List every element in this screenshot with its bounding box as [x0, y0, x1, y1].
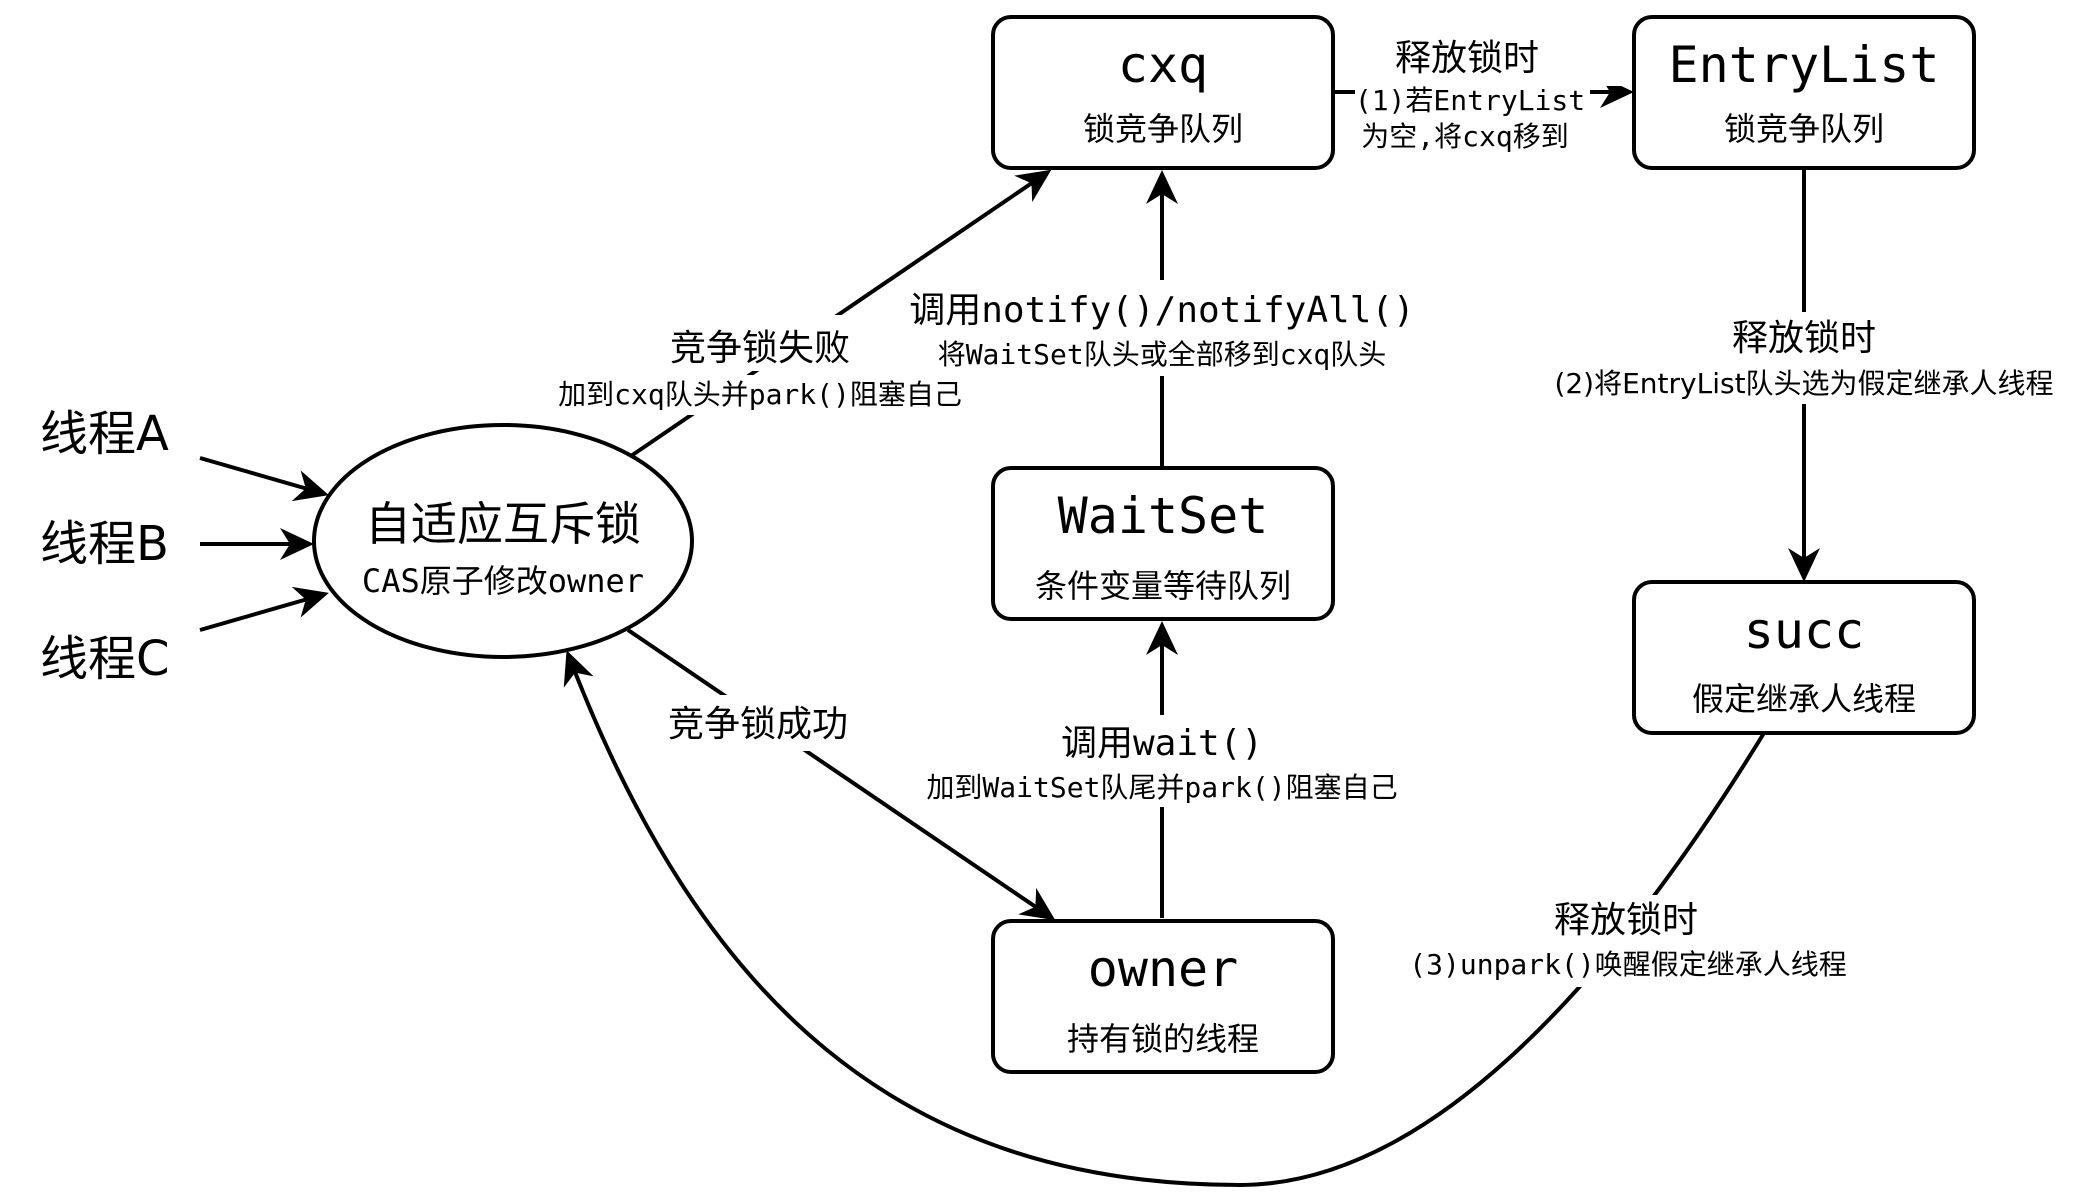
thread-c-label: 线程C — [40, 631, 170, 687]
mutex-title: 自适应互斥锁 — [365, 497, 641, 551]
mutex-subtitle: CAS原子修改owner — [362, 562, 644, 600]
release3-label: 释放锁时 — [1554, 900, 1698, 941]
thread-c-arrow — [199, 586, 329, 632]
fail-note: 加到cxq队头并park()阻塞自己 — [558, 378, 962, 411]
cxq-subtitle: 锁竞争队列 — [1083, 110, 1243, 148]
entrylist-subtitle: 锁竞争队列 — [1724, 110, 1884, 148]
owner-title: owner — [1088, 940, 1239, 998]
release2-label: 释放锁时 — [1732, 318, 1876, 359]
release3-note: (3)unpark()唤醒假定继承人线程 — [1409, 948, 1846, 981]
release1-note-line1: (1)若EntryList — [1355, 84, 1585, 117]
node-mutex: 自适应互斥锁 CAS原子修改owner — [312, 423, 694, 659]
waitset-title: WaitSet — [1058, 487, 1269, 545]
release1-label: 释放锁时 — [1395, 38, 1539, 79]
notify-label: 调用notify()/notifyAll() — [909, 290, 1414, 331]
waitset-subtitle: 条件变量等待队列 — [1035, 567, 1291, 605]
fail-label: 竞争锁失败 — [670, 328, 850, 369]
notify-note: 将WaitSet队头或全部移到cxq队头 — [938, 338, 1387, 371]
succ-title: succ — [1744, 602, 1864, 660]
cxq-title: cxq — [1118, 36, 1208, 94]
node-owner: owner 持有锁的线程 — [991, 919, 1335, 1074]
node-cxq: cxq 锁竞争队列 — [991, 15, 1335, 170]
entrylist-title: EntryList — [1669, 36, 1940, 94]
success-label: 竞争锁成功 — [668, 704, 848, 745]
node-entrylist: EntryList 锁竞争队列 — [1632, 15, 1976, 170]
thread-b-label: 线程B — [40, 516, 169, 572]
release2-note: (2)将EntryList队头选为假定继承人线程 — [1554, 367, 2053, 400]
wait-label: 调用wait() — [1061, 723, 1263, 764]
mutex-state-diagram: cxq 锁竞争队列 EntryList 锁竞争队列 WaitSet 条件变量等待… — [40, 15, 2070, 1188]
owner-subtitle: 持有锁的线程 — [1067, 1020, 1259, 1058]
wait-note: 加到WaitSet队尾并park()阻塞自己 — [926, 771, 1397, 804]
node-waitset: WaitSet 条件变量等待队列 — [991, 466, 1335, 621]
node-succ: succ 假定继承人线程 — [1632, 580, 1976, 735]
thread-a-arrow — [199, 456, 329, 502]
succ-subtitle: 假定继承人线程 — [1692, 680, 1916, 718]
release1-note-line2: 为空,将cxq移到 — [1361, 120, 1568, 153]
thread-a-label: 线程A — [40, 406, 169, 462]
